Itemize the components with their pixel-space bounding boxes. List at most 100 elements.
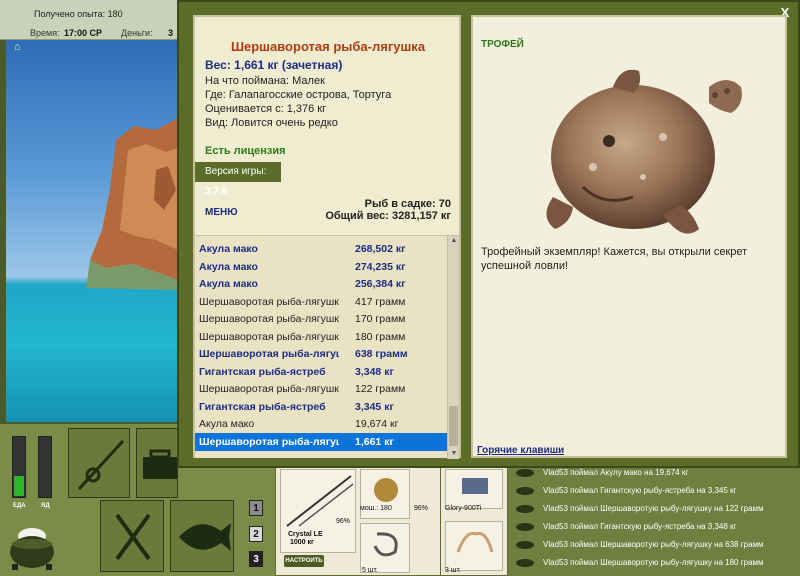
catch-fish-name: Шершаворотая рыба-лягушка — [199, 313, 339, 325]
trophy-message: Трофейный экземпляр! Кажется, вы открыли… — [481, 246, 748, 272]
line-cell[interactable] — [445, 469, 503, 509]
hook-count: 5 шт. — [362, 567, 378, 574]
catch-fish-name: Акула мако — [199, 418, 255, 430]
rated-from-text: Оценивается с: 1,376 кг — [205, 103, 327, 115]
fish-weight: Вес: 1,661 кг (зачетная) — [205, 58, 343, 72]
catch-row[interactable]: Шершаворотая рыба-лягушка 638 грамм — [195, 345, 447, 363]
hotkeys-link[interactable]: Горячие клавиши — [477, 445, 564, 456]
catch-row[interactable]: Акула мако 274,235 кг — [195, 258, 447, 276]
catch-row-selected[interactable]: Шершаворотая рыба-лягушка 1,661 кг — [195, 432, 447, 451]
time-label: Время: — [30, 28, 60, 38]
time-value: 17:00 СР — [64, 28, 103, 38]
scroll-down-icon[interactable]: ▼ — [448, 449, 460, 459]
line-spool-icon — [462, 478, 488, 494]
catch-fish-weight: 638 грамм — [355, 348, 408, 360]
catch-row[interactable]: Шершаворотая рыба-лягушка 180 грамм — [195, 328, 447, 346]
food-meter — [12, 436, 26, 498]
fish-title: Шершаворотая рыба-лягушка — [230, 39, 426, 54]
side-items-panel: Glory-900Ti 3 шт. — [440, 462, 508, 576]
money-value: 3 — [168, 28, 174, 38]
catch-row[interactable]: Акула мако 256,384 кг — [195, 275, 447, 293]
food-meter-fill — [14, 475, 24, 496]
reel-condition: 96% — [414, 505, 429, 512]
log-row: Vlad53 поймал Шершаворотую рыбу-лягушку … — [508, 500, 800, 518]
catch-fish-weight: 122 грамм — [355, 383, 406, 395]
lure-cell[interactable] — [445, 521, 503, 571]
catch-fish-name: Шершаворотая рыба-лягушка — [199, 348, 339, 360]
fish-icon — [516, 505, 534, 513]
tackle-box-slot[interactable] — [136, 428, 178, 498]
location-scene: ⌂ — [6, 40, 178, 422]
fish-details-pane: Шершаворотая рыба-лягушка Вес: 1,661 кг … — [193, 15, 461, 459]
tab-1[interactable]: 1 — [249, 500, 263, 516]
poison-meter — [38, 436, 52, 498]
food-label: ЕДА — [13, 503, 26, 509]
pot-icon[interactable] — [8, 518, 56, 572]
scroll-up-icon[interactable]: ▲ — [448, 236, 460, 246]
catch-fish-name: Шершаворотая рыба-лягушка — [199, 295, 339, 308]
fish-icon — [516, 559, 534, 567]
log-row: Vlad53 поймал Шершаворотую рыбу-лягушку … — [508, 536, 800, 554]
fish-icon — [516, 487, 534, 495]
log-row: Vlad53 поймал Шершаворотую рыбу-лягушку … — [508, 554, 800, 572]
log-row: Vlad53 поймал Гигантскую рыбу-ястреба на… — [508, 518, 800, 536]
catch-row[interactable]: Гигантская рыба-ястреб 3,348 кг — [195, 363, 447, 381]
scrollbar-thumb[interactable] — [449, 406, 458, 446]
rod-slot[interactable] — [68, 428, 130, 498]
catch-row[interactable]: Акула мако 19,674 кг — [195, 415, 447, 433]
catch-fish-name: Гигантская рыба-ястреб — [199, 400, 326, 413]
catch-row[interactable]: Шершаворотая рыба-лягушка 122 грамм — [195, 380, 447, 398]
fish-icon — [516, 469, 534, 477]
version-label: Версия игры: — [205, 166, 267, 177]
hook-cell[interactable] — [360, 523, 410, 573]
menu-button[interactable]: МЕНЮ — [205, 207, 238, 218]
catch-fish-weight: 180 грамм — [355, 330, 406, 343]
rod-name: Crystal LE — [288, 531, 323, 538]
line-name: Glory-900Ti — [445, 505, 482, 512]
tab-3[interactable]: 3 — [249, 551, 263, 567]
catch-fish-name: Акула мако — [199, 260, 258, 273]
location-text: Где: Галапагосские острова, Тортуга — [205, 89, 392, 101]
trophy-pane: ТРОФЕЙ Трофейный экземпляр! Кажется, вы … — [471, 15, 787, 458]
setup-button[interactable]: НАСТРОИТЬ — [284, 555, 324, 567]
catch-row[interactable]: Гигантская рыба-ястреб 3,345 кг — [195, 398, 447, 416]
caught-on-text: На что поймана: Малек — [205, 75, 325, 87]
hook-icon — [373, 532, 398, 557]
catch-list-scrollbar[interactable]: ▲ ▼ — [447, 236, 459, 459]
catch-fish-name: Шершаворотая рыба-лягушка — [199, 435, 339, 448]
catch-fish-weight: 256,384 кг — [355, 278, 406, 290]
shrimp-lure-icon — [456, 531, 494, 553]
catch-fish-name: Акула мако — [199, 243, 258, 255]
tab-2[interactable]: 2 — [249, 526, 263, 542]
cliff-illustration — [86, 118, 178, 290]
home-icon[interactable]: ⌂ — [14, 42, 28, 53]
fish-icon — [516, 541, 534, 549]
fish-slot[interactable] — [170, 500, 234, 572]
poison-label: ЯД — [41, 503, 50, 509]
lure-count: 3 шт. — [445, 567, 461, 574]
fish-info-dialog: X Шершаворотая рыба-лягушка Вес: 1,661 к… — [177, 0, 800, 468]
tackle-box-icon — [143, 449, 177, 479]
catch-fish-weight: 1,661 кг — [355, 435, 394, 448]
fork-knife-icon — [115, 513, 151, 561]
license-status: Есть лицензия — [205, 145, 286, 157]
catch-row[interactable]: Акула мако 268,502 кг — [195, 240, 447, 258]
rod-condition: 96% — [336, 518, 351, 525]
rod-weight: 1000 кг — [290, 539, 314, 546]
food-slot[interactable] — [100, 500, 164, 572]
catch-fish-weight: 170 грамм — [355, 313, 406, 325]
catch-row[interactable]: Шершаворотая рыба-лягушка 170 грамм — [195, 310, 447, 328]
catch-fish-name: Шершаворотая рыба-лягушка — [199, 330, 339, 343]
catch-fish-weight: 3,345 кг — [355, 400, 394, 413]
keepnet-weight: Общий вес: 3281,157 кг — [325, 210, 451, 222]
rarity-text: Вид: Ловится очень редко — [205, 117, 338, 129]
log-row: Vlad53 поймал Гигантскую рыбу-ястреба на… — [508, 482, 800, 500]
catch-row[interactable]: Шершаворотая рыба-лягушка 417 грамм — [195, 293, 447, 311]
catch-fish-name: Акула мако — [199, 278, 258, 290]
money-label: Деньги: — [121, 28, 153, 38]
bait-label: мош.: 180 — [360, 505, 392, 512]
reel-icon — [374, 478, 398, 502]
catch-fish-weight: 417 грамм — [355, 295, 406, 308]
keepnet-count: Рыб в садке: 70 — [364, 198, 451, 210]
catch-fish-weight: 19,674 кг — [355, 418, 399, 430]
